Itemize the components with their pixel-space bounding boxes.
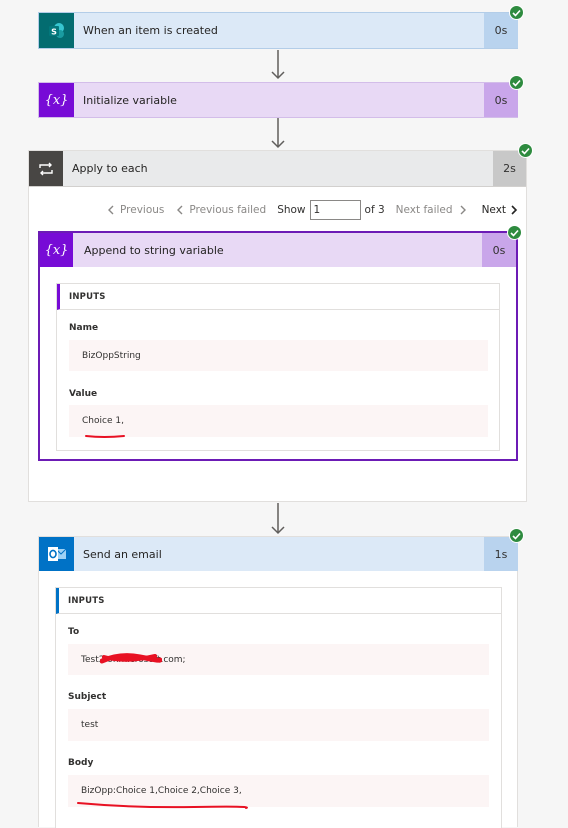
send-email-inputs-panel: INPUTS To Test2 onmicrosoft.com; Subject… — [55, 587, 502, 828]
variable-icon: {x} — [40, 233, 73, 267]
field-label-to: To — [68, 627, 80, 637]
next-button[interactable]: Next — [482, 204, 518, 216]
next-failed-label: Next failed — [395, 204, 453, 216]
variable-icon: {x} — [39, 83, 74, 117]
chevron-right-icon — [460, 205, 466, 215]
of-count-label: of 3 — [364, 204, 385, 216]
inputs-header: INPUTS — [56, 588, 501, 614]
chevron-right-icon — [511, 205, 518, 215]
field-value-name: BizOppString — [69, 340, 488, 371]
field-label-body: Body — [68, 758, 94, 768]
success-check-icon — [507, 225, 522, 240]
apply-to-each-container: Apply to each 2s Previous Previous faile… — [28, 150, 527, 502]
send-email-step-card: Send an email 1s INPUTS To Test2 onmicro… — [38, 536, 518, 828]
field-label-name: Name — [69, 323, 99, 333]
flow-arrow-icon — [271, 503, 285, 535]
svg-text:S: S — [51, 27, 57, 36]
chevron-left-icon — [108, 205, 114, 215]
outlook-icon — [39, 537, 74, 571]
iteration-input[interactable]: 1 — [309, 200, 361, 220]
field-label-value: Value — [69, 389, 98, 399]
red-underline-annotation — [85, 435, 125, 438]
inputs-header: INPUTS — [57, 284, 499, 310]
append-variable-step-card[interactable]: {x} Append to string variable 0s INPUTS … — [38, 231, 518, 461]
flow-arrow-icon — [271, 118, 285, 149]
append-variable-header[interactable]: {x} Append to string variable 0s — [40, 233, 516, 267]
next-label: Next — [481, 204, 507, 216]
init-variable-step-card[interactable]: {x} Initialize variable 0s — [38, 82, 518, 118]
red-underline-annotation — [77, 802, 248, 809]
field-value-subject: test — [68, 709, 489, 741]
loop-icon — [29, 151, 63, 186]
previous-failed-label: Previous failed — [189, 204, 267, 216]
apply-to-each-title: Apply to each — [72, 162, 148, 175]
previous-failed-button[interactable]: Previous failed — [176, 204, 266, 216]
append-variable-inputs-panel: INPUTS Name BizOppString Value Choice 1, — [56, 283, 500, 451]
success-check-icon — [509, 528, 524, 543]
iteration-pager: Previous Previous failed Show 1 of 3 Nex… — [107, 200, 518, 220]
append-variable-title: Append to string variable — [84, 244, 224, 257]
sharepoint-icon: S — [39, 13, 74, 48]
red-redaction-scribble — [100, 653, 162, 664]
success-check-icon — [518, 143, 533, 158]
apply-to-each-header[interactable]: Apply to each 2s — [29, 151, 526, 187]
flow-arrow-icon — [271, 50, 285, 80]
chevron-left-icon — [177, 205, 183, 215]
send-email-header[interactable]: Send an email 1s — [39, 537, 518, 571]
trigger-step-card[interactable]: S When an item is created 0s — [38, 12, 518, 49]
success-check-icon — [509, 5, 524, 20]
success-check-icon — [509, 75, 524, 90]
field-label-subject: Subject — [68, 692, 107, 702]
show-label: Show — [277, 204, 306, 216]
inputs-header-label: INPUTS — [69, 291, 106, 302]
send-email-title: Send an email — [83, 548, 162, 561]
previous-label: Previous — [120, 204, 165, 216]
init-variable-step-title: Initialize variable — [83, 94, 177, 107]
inputs-header-label: INPUTS — [68, 595, 105, 606]
field-value-value: Choice 1, — [69, 405, 488, 437]
previous-button[interactable]: Previous — [107, 204, 164, 216]
next-failed-button[interactable]: Next failed — [396, 204, 467, 216]
trigger-step-title: When an item is created — [83, 24, 218, 37]
